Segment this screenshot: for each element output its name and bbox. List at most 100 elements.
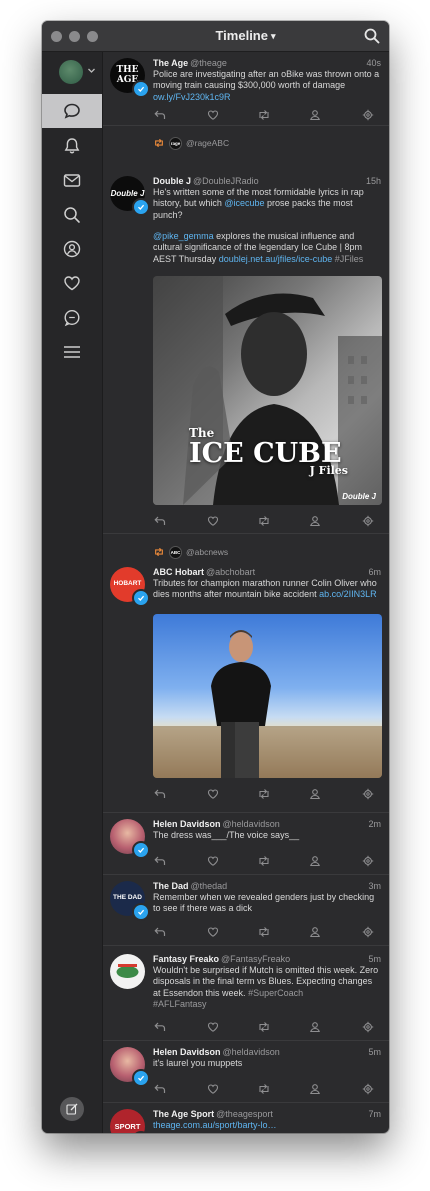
retweet-button[interactable]	[257, 1082, 271, 1096]
like-button[interactable]	[206, 1020, 220, 1034]
settings-button[interactable]	[361, 854, 375, 868]
search-icon[interactable]	[363, 27, 381, 45]
retweet-button[interactable]	[257, 1020, 271, 1034]
display-name[interactable]: The Dad	[153, 881, 189, 891]
retweet-button[interactable]	[257, 854, 271, 868]
display-name[interactable]: Helen Davidson	[153, 819, 221, 829]
retweet-button[interactable]	[257, 787, 271, 801]
settings-button[interactable]	[361, 108, 375, 122]
timestamp[interactable]: 6m	[368, 567, 381, 577]
avatar[interactable]: SPORT	[110, 1109, 145, 1133]
profile-button[interactable]	[308, 1082, 322, 1096]
timestamp[interactable]: 15h	[366, 176, 381, 186]
zoom-window-button[interactable]	[87, 31, 98, 42]
sidebar-item-direct-messages[interactable]	[42, 301, 102, 335]
display-name[interactable]: Helen Davidson	[153, 1047, 221, 1057]
hashtag[interactable]: #JFiles	[335, 254, 364, 264]
settings-button[interactable]	[361, 514, 375, 528]
profile-button[interactable]	[308, 925, 322, 939]
profile-button[interactable]	[308, 1020, 322, 1034]
tweet-image[interactable]	[153, 614, 382, 778]
tweet-link[interactable]: doublej.net.au/jfiles/ice-cube	[219, 254, 333, 264]
like-button[interactable]	[206, 514, 220, 528]
display-name[interactable]: The Age Sport	[153, 1109, 214, 1119]
profile-button[interactable]	[308, 854, 322, 868]
sidebar-item-home[interactable]	[42, 94, 102, 128]
compose-tweet-button[interactable]	[60, 1097, 84, 1121]
tweet[interactable]: SPORT The Age Sport @theagesport 7m theag…	[103, 1102, 389, 1133]
profile-button[interactable]	[308, 787, 322, 801]
handle[interactable]: @theagesport	[216, 1109, 273, 1119]
handle[interactable]: @theage	[190, 58, 227, 68]
handle[interactable]: @heldavidson	[223, 819, 280, 829]
timestamp[interactable]: 7m	[368, 1109, 381, 1119]
sidebar-item-profile[interactable]	[42, 232, 102, 266]
display-name[interactable]: The Age	[153, 58, 188, 68]
settings-button[interactable]	[361, 925, 375, 939]
sidebar-item-messages[interactable]	[42, 163, 102, 197]
timeline-title[interactable]: Timeline ▾	[102, 21, 389, 51]
profile-button[interactable]	[308, 108, 322, 122]
retweeter-avatar[interactable]: rage	[169, 136, 182, 150]
timestamp[interactable]: 3m	[368, 881, 381, 891]
account-avatar[interactable]	[59, 60, 83, 84]
reply-button[interactable]	[153, 1020, 167, 1034]
reply-button[interactable]	[153, 514, 167, 528]
close-window-button[interactable]	[51, 31, 62, 42]
settings-button[interactable]	[361, 1020, 375, 1034]
reply-button[interactable]	[153, 854, 167, 868]
sidebar-item-notifications[interactable]	[42, 129, 102, 163]
retweet-button[interactable]	[257, 108, 271, 122]
retweeted-by[interactable]: @abcnews	[186, 547, 228, 557]
tweet[interactable]: Helen Davidson @heldavidson 2m The dress …	[103, 812, 389, 875]
like-button[interactable]	[206, 787, 220, 801]
tweet[interactable]: Helen Davidson @heldavidson 5m it's laure…	[103, 1040, 389, 1103]
display-name[interactable]: ABC Hobart	[153, 567, 204, 577]
reply-button[interactable]	[153, 108, 167, 122]
avatar[interactable]	[110, 954, 145, 989]
reply-button[interactable]	[153, 1082, 167, 1096]
reply-button[interactable]	[153, 787, 167, 801]
display-name[interactable]: Fantasy Freako	[153, 954, 219, 964]
tweet[interactable]: ABC @abcnews HOBART ABC Hobart @abchobart…	[103, 533, 389, 813]
handle[interactable]: @DoubleJRadio	[193, 176, 259, 186]
mention-link[interactable]: @icecube	[224, 198, 264, 208]
like-button[interactable]	[206, 1082, 220, 1096]
like-button[interactable]	[206, 854, 220, 868]
timestamp[interactable]: 5m	[368, 1047, 381, 1057]
sidebar-item-search[interactable]	[42, 198, 102, 232]
tweet[interactable]: THE DAD The Dad @thedad 3m Remember when …	[103, 874, 389, 946]
handle[interactable]: @heldavidson	[223, 1047, 280, 1057]
tweet-link[interactable]: ab.co/2IIN3LR	[319, 589, 377, 599]
mention-link[interactable]: @pike_gemma	[153, 231, 214, 241]
tweet[interactable]: THE AGE The Age @theage 40s Police are in…	[103, 52, 389, 126]
retweeted-by[interactable]: @rageABC	[186, 138, 229, 148]
settings-button[interactable]	[361, 787, 375, 801]
reply-button[interactable]	[153, 925, 167, 939]
retweeter-avatar[interactable]: ABC	[169, 545, 182, 559]
timestamp[interactable]: 40s	[366, 58, 381, 68]
display-name[interactable]: Double J	[153, 176, 191, 186]
like-button[interactable]	[206, 925, 220, 939]
minimize-window-button[interactable]	[69, 31, 80, 42]
handle[interactable]: @thedad	[191, 881, 228, 891]
tweet-link[interactable]: theage.com.au/sport/barty-lo…	[153, 1120, 277, 1130]
timestamp[interactable]: 2m	[368, 819, 381, 829]
tweet-link[interactable]: ow.ly/FvJ230k1c9R	[153, 92, 231, 102]
handle[interactable]: @FantasyFreako	[221, 954, 290, 964]
profile-button[interactable]	[308, 514, 322, 528]
sidebar-item-menu[interactable]	[42, 335, 102, 369]
hashtag[interactable]: #AFLFantasy	[153, 999, 207, 1009]
handle[interactable]: @abchobart	[206, 567, 255, 577]
hashtag[interactable]: #SuperCoach	[248, 988, 303, 998]
retweet-button[interactable]	[257, 514, 271, 528]
tweet[interactable]: rage @rageABC Double J Double J @DoubleJR…	[103, 125, 389, 534]
like-button[interactable]	[206, 108, 220, 122]
retweet-button[interactable]	[257, 925, 271, 939]
chevron-down-icon[interactable]	[87, 66, 96, 75]
tweet[interactable]: Fantasy Freako @FantasyFreako 5m Wouldn't…	[103, 945, 389, 1041]
settings-button[interactable]	[361, 1082, 375, 1096]
timestamp[interactable]: 5m	[368, 954, 381, 964]
sidebar-item-likes[interactable]	[42, 266, 102, 300]
tweet-image[interactable]: The ICE CUBE J Files Double J	[153, 276, 382, 505]
